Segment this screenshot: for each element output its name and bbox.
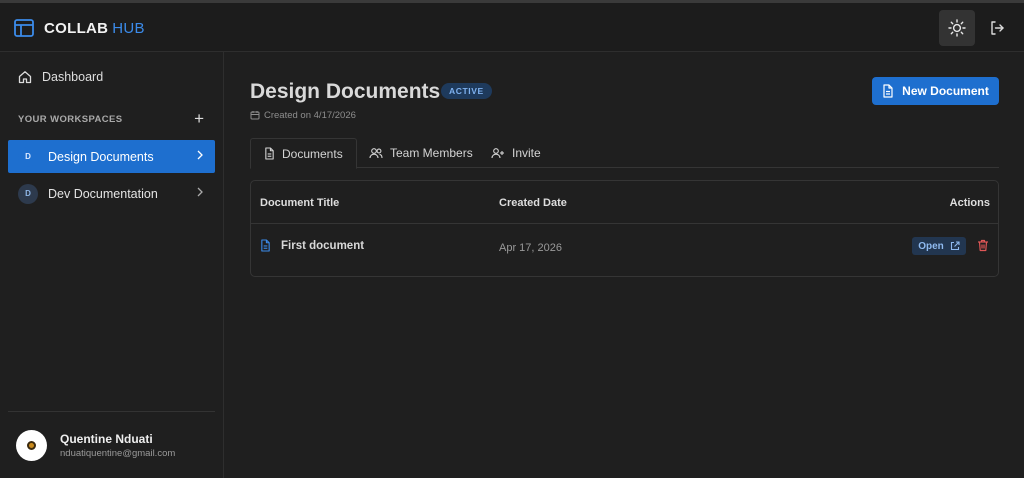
brand-logo[interactable]: COLLAB HUB	[14, 18, 145, 38]
calendar-icon	[250, 111, 260, 120]
document-title-cell[interactable]: First document	[260, 239, 364, 252]
plus-icon[interactable]: +	[194, 110, 204, 127]
tab-invite[interactable]: Invite	[478, 138, 554, 168]
trash-icon[interactable]	[977, 239, 989, 252]
home-icon	[18, 71, 32, 84]
tab-documents[interactable]: Documents	[250, 138, 357, 169]
sidebar-item-design-documents[interactable]: D Design Documents	[8, 140, 215, 173]
tab-bar: Documents Team Members Invite	[250, 138, 999, 169]
brand-name: COLLAB HUB	[44, 19, 145, 37]
logout-icon	[991, 21, 1004, 35]
workspaces-header: YOUR WORKSPACES +	[18, 110, 204, 127]
user-name: Quentine Nduati	[60, 432, 153, 446]
open-button[interactable]: Open	[912, 237, 966, 255]
avatar[interactable]	[16, 430, 47, 461]
table-row[interactable]: First document Apr 17, 2026 Open	[251, 225, 998, 269]
created-text: Created on 4/17/2026	[264, 109, 356, 121]
external-link-icon	[950, 241, 960, 251]
document-title: First document	[281, 239, 365, 252]
avatar-image	[27, 441, 36, 450]
created-date: Created on 4/17/2026	[250, 109, 356, 121]
documents-table: Document Title Created Date Actions Firs…	[250, 180, 999, 277]
tab-label: Team Members	[390, 146, 473, 160]
document-icon	[265, 147, 274, 160]
top-bar: COLLAB HUB	[0, 0, 1024, 52]
tab-label: Documents	[282, 146, 343, 161]
open-label: Open	[918, 240, 944, 252]
main-content: Design Documents ACTIVE Created on 4/17/…	[225, 52, 1024, 478]
workspace-avatar: D	[18, 183, 38, 204]
page-title: Design Documents	[250, 80, 441, 103]
column-header-title: Document Title	[260, 197, 340, 209]
status-badge: ACTIVE	[441, 83, 492, 99]
column-header-created: Created Date	[499, 197, 567, 209]
sun-icon	[948, 19, 966, 37]
sidebar-item-dashboard[interactable]: Dashboard	[18, 68, 103, 86]
tab-team-members[interactable]: Team Members	[356, 138, 486, 168]
user-plus-icon	[491, 148, 504, 159]
theme-toggle-button[interactable]	[939, 10, 975, 46]
chevron-right-icon	[197, 187, 203, 197]
users-icon	[369, 148, 383, 159]
document-date: Apr 17, 2026	[499, 242, 562, 254]
sidebar-item-dev-documentation[interactable]: D Dev Documentation	[8, 177, 215, 210]
workspace-avatar: D	[18, 146, 38, 167]
column-header-actions: Actions	[949, 197, 990, 209]
sidebar-item-label: Design Documents	[48, 149, 154, 164]
chevron-right-icon	[197, 150, 203, 160]
sidebar-item-label: Dashboard	[42, 70, 104, 84]
sidebar: Dashboard YOUR WORKSPACES + D Design Doc…	[0, 52, 224, 478]
layout-icon	[14, 19, 34, 37]
divider	[8, 411, 215, 412]
new-document-label: New Document	[902, 84, 989, 98]
workspaces-label: YOUR WORKSPACES	[18, 113, 123, 125]
tab-label: Invite	[512, 146, 541, 160]
new-document-button[interactable]: New Document	[872, 77, 999, 105]
table-header: Document Title Created Date Actions	[251, 181, 998, 224]
user-email: nduatiquentine@gmail.com	[60, 448, 176, 459]
file-icon	[261, 239, 270, 252]
document-icon	[883, 84, 893, 98]
logout-button[interactable]	[987, 18, 1007, 38]
sidebar-item-label: Dev Documentation	[48, 186, 158, 201]
